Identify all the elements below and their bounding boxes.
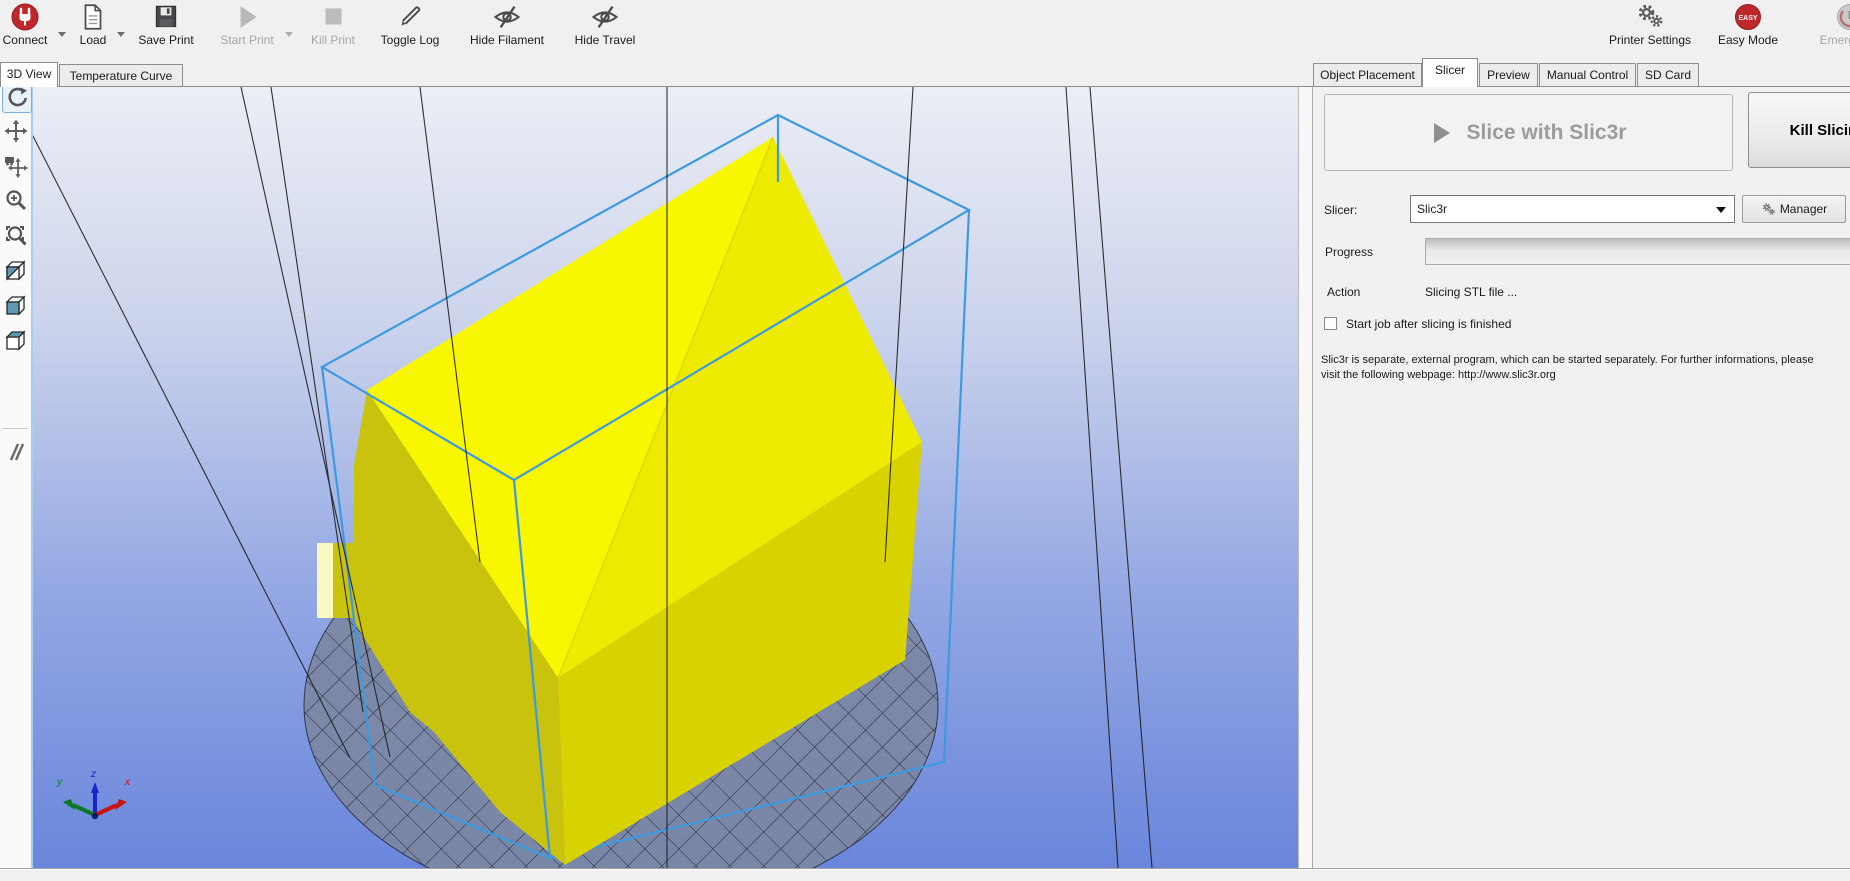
viewport-3d[interactable]: y z x xyxy=(33,87,1298,868)
rotate-icon xyxy=(4,84,30,110)
chevron-down-icon xyxy=(1716,207,1726,213)
hide-travel-button[interactable]: Hide Travel xyxy=(564,2,646,50)
scene-3d: y z x xyxy=(33,87,1298,868)
play-icon xyxy=(1431,121,1453,145)
tab-object-placement[interactable]: Object Placement xyxy=(1313,63,1422,87)
parallel-projection-icon xyxy=(3,439,29,465)
action-value: Slicing STL file ... xyxy=(1425,285,1517,299)
tab-sd-card[interactable]: SD Card xyxy=(1637,63,1699,87)
slicer-select[interactable]: Slic3r xyxy=(1410,195,1735,223)
kill-stop-icon xyxy=(300,2,366,32)
connect-dropdown-caret[interactable] xyxy=(58,32,66,37)
zoom-to-fit-button[interactable] xyxy=(2,221,30,251)
connect-button[interactable]: Connect xyxy=(0,2,50,50)
easy-mode-button[interactable]: EASY Easy Mode xyxy=(1706,2,1790,50)
emergency-stop-button[interactable]: Emergency xyxy=(1806,2,1850,50)
slic3r-info-text: Slic3r is separate, external program, wh… xyxy=(1321,353,1814,383)
progress-label: Progress xyxy=(1325,245,1373,259)
start-play-icon xyxy=(212,2,282,32)
top-view-button[interactable] xyxy=(2,326,30,356)
hide-filament-button[interactable]: Hide Filament xyxy=(462,2,552,50)
action-label: Action xyxy=(1327,285,1360,299)
toggle-log-label: Toggle Log xyxy=(375,33,445,47)
view-toolbar xyxy=(0,87,33,868)
view-toolbar-separator xyxy=(2,428,28,429)
save-print-label: Save Print xyxy=(133,33,199,47)
progress-bar xyxy=(1425,238,1850,265)
isometric-view-icon xyxy=(3,258,29,284)
svg-text:EASY: EASY xyxy=(1738,15,1757,22)
parallel-projection-button[interactable] xyxy=(2,437,30,467)
tab-slicer[interactable]: Slicer xyxy=(1422,58,1478,87)
front-view-icon xyxy=(3,293,29,319)
kill-print-label: Kill Print xyxy=(300,33,366,47)
manager-button[interactable]: Manager xyxy=(1742,195,1846,223)
axis-label-x: x xyxy=(124,777,131,788)
easy-mode-label: Easy Mode xyxy=(1706,33,1790,47)
front-view-button[interactable] xyxy=(2,291,30,321)
easy-badge-icon: EASY xyxy=(1706,2,1790,32)
tab-temperature-curve[interactable]: Temperature Curve xyxy=(59,64,183,87)
start-print-label: Start Print xyxy=(212,33,282,47)
move-object-icon xyxy=(3,153,29,179)
eye-slash-icon xyxy=(564,2,646,32)
slicer-panel: Slice with Slic3r Kill Slicing Slicer: S… xyxy=(1313,87,1850,868)
pencil-icon xyxy=(375,2,445,32)
zoom-in-icon xyxy=(3,188,29,214)
isometric-view-button[interactable] xyxy=(2,256,30,286)
axis-label-z: z xyxy=(90,769,96,780)
gears-icon xyxy=(1598,2,1702,32)
panel-splitter[interactable] xyxy=(1298,87,1313,868)
kill-slicing-button[interactable]: Kill Slicing xyxy=(1748,92,1850,168)
printer-settings-label: Printer Settings xyxy=(1598,33,1702,47)
zoom-fit-icon xyxy=(3,223,29,249)
status-bar xyxy=(0,868,1850,881)
tab-manual-control[interactable]: Manual Control xyxy=(1539,63,1636,87)
tab-preview[interactable]: Preview xyxy=(1479,63,1538,87)
tab-baseline xyxy=(0,86,1850,87)
start-job-checkbox[interactable] xyxy=(1324,317,1337,330)
main-toolbar: Connect Load Save Print Start Print Kill… xyxy=(0,0,1850,53)
start-print-dropdown-caret[interactable] xyxy=(285,32,293,37)
slicer-field-label: Slicer: xyxy=(1324,203,1357,217)
connect-label: Connect xyxy=(0,33,50,47)
hide-travel-label: Hide Travel xyxy=(564,33,646,47)
gears-icon xyxy=(1761,202,1776,217)
save-floppy-icon xyxy=(133,2,199,32)
tab-3d-view[interactable]: 3D View xyxy=(0,62,58,87)
model-notch-face xyxy=(317,543,333,618)
start-job-checkbox-label: Start job after slicing is finished xyxy=(1346,317,1511,331)
kill-print-button[interactable]: Kill Print xyxy=(300,2,366,50)
start-print-button[interactable]: Start Print xyxy=(212,2,282,50)
eye-slash-icon xyxy=(462,2,552,32)
printer-settings-button[interactable]: Printer Settings xyxy=(1598,2,1702,50)
move-icon xyxy=(3,118,29,144)
zoom-in-button[interactable] xyxy=(2,186,30,216)
load-file-icon xyxy=(68,2,118,32)
hide-filament-label: Hide Filament xyxy=(462,33,552,47)
slice-with-slic3r-button[interactable]: Slice with Slic3r xyxy=(1324,94,1733,171)
emergency-label: Emergency xyxy=(1806,33,1850,47)
connect-plug-icon xyxy=(0,2,50,32)
load-button[interactable]: Load xyxy=(68,2,118,50)
save-print-button[interactable]: Save Print xyxy=(133,2,199,50)
load-dropdown-caret[interactable] xyxy=(117,32,125,37)
toggle-log-button[interactable]: Toggle Log xyxy=(375,2,445,50)
emergency-stop-icon xyxy=(1806,2,1850,32)
move-object-button[interactable] xyxy=(2,151,30,181)
move-view-button[interactable] xyxy=(2,116,30,146)
top-view-icon xyxy=(3,328,29,354)
axis-label-y: y xyxy=(56,777,63,788)
load-label: Load xyxy=(68,33,118,47)
